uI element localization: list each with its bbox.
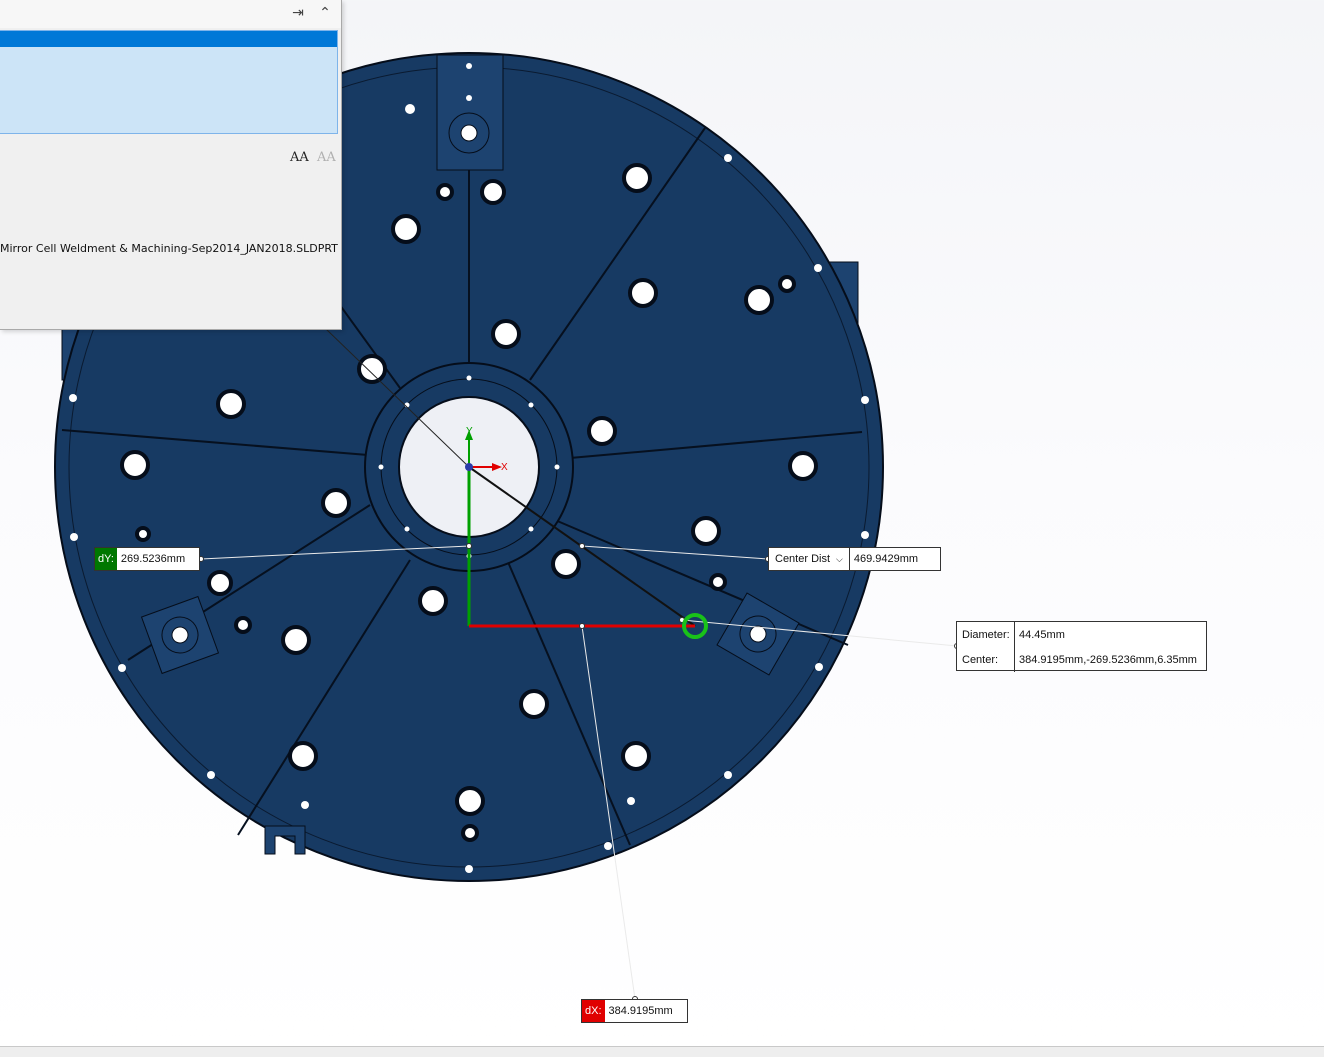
center-dist-value: 469.9429mm	[853, 553, 919, 565]
hole-info-callout: Diameter: 44.45mm Center: 384.9195mm,-26…	[956, 621, 1207, 672]
center-dist-label: Center Dist	[775, 553, 831, 565]
center-dist-callout: Center Dist ⌵ 469.9429mm	[768, 547, 941, 571]
measure-panel: ⇥ ⌃ AA AA Mirror Cell Weldment & Machini…	[0, 0, 342, 330]
dx-callout: dX: 384.9195mm	[581, 999, 688, 1023]
diameter-label: Diameter:	[957, 622, 1015, 647]
bottom-bracket	[264, 825, 306, 855]
center-value: 384.9195mm,-269.5236mm,6.35mm	[1019, 653, 1197, 666]
chevron-down-icon: ⌵	[836, 553, 843, 564]
dy-callout: dY: 269.5236mm	[94, 547, 200, 571]
center-label: Center:	[957, 647, 1015, 672]
status-bar	[0, 1046, 1324, 1057]
x-axis-label: X	[501, 462, 508, 473]
dy-value: 269.5236mm	[120, 553, 186, 565]
y-axis-label: Y	[466, 426, 473, 437]
selection-list[interactable]	[0, 30, 338, 134]
dy-tag: dY:	[95, 548, 117, 570]
file-name-label: Mirror Cell Weldment & Machining-Sep2014…	[0, 242, 338, 255]
font-size-decrease-icon[interactable]: AA	[317, 150, 336, 165]
selected-entity-row[interactable]	[0, 31, 337, 47]
font-size-increase-icon[interactable]: AA	[290, 150, 309, 165]
dx-tag: dX:	[582, 1000, 605, 1022]
pin-icon[interactable]: ⇥	[287, 2, 309, 24]
panel-titlebar: ⇥ ⌃	[0, 0, 341, 28]
chevron-up-icon[interactable]: ⌃	[314, 2, 336, 24]
dx-value: 384.9195mm	[608, 1005, 673, 1017]
center-dist-dropdown[interactable]: Center Dist ⌵	[769, 548, 850, 570]
diameter-value: 44.45mm	[1019, 628, 1065, 641]
